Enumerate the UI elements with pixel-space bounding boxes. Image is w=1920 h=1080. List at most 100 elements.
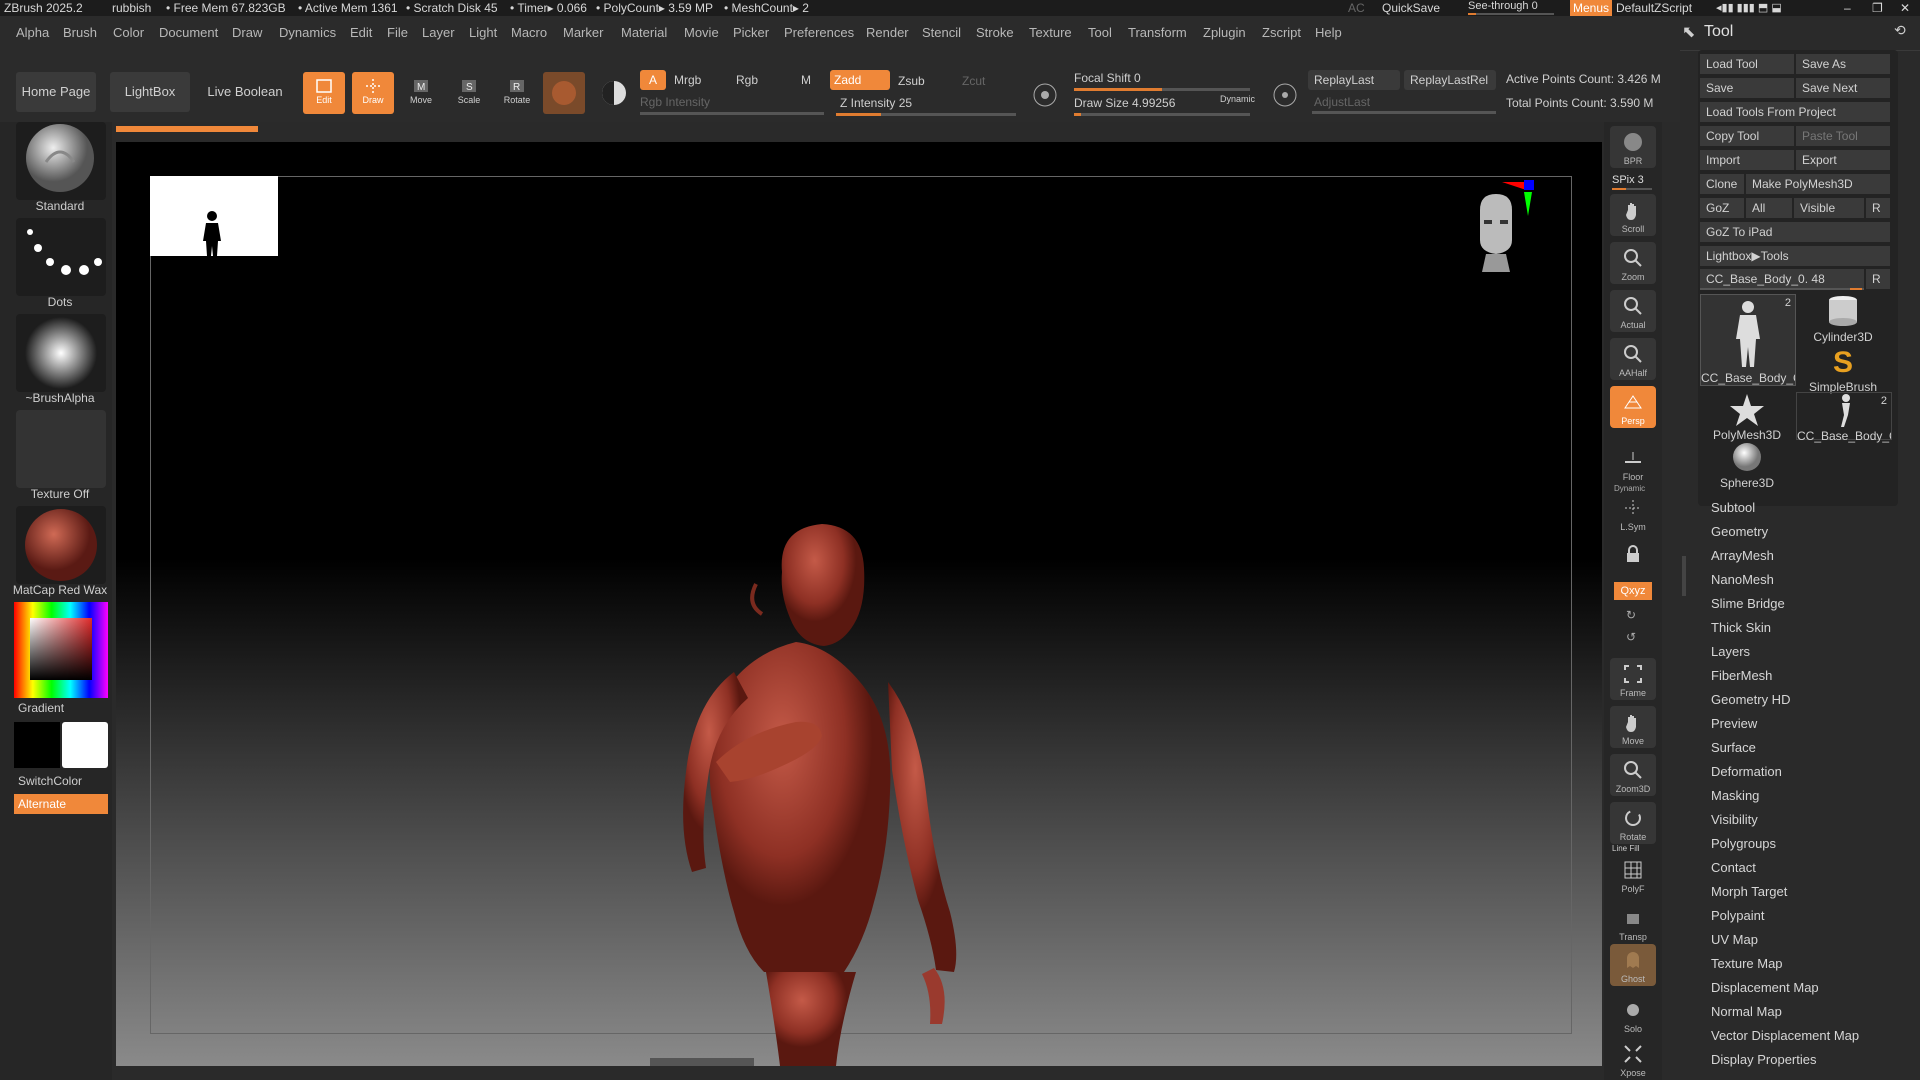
menu-transform[interactable]: Transform (1128, 25, 1187, 40)
secondary-color-swatch[interactable] (14, 722, 60, 768)
menu-layer[interactable]: Layer (422, 25, 455, 40)
subpalette-visibility[interactable]: Visibility (1711, 812, 1758, 827)
subpalette-contact[interactable]: Contact (1711, 860, 1756, 875)
ac-label[interactable]: AC (1348, 1, 1365, 15)
edit-mode-button[interactable]: Edit (303, 72, 345, 114)
subpalette-polypaint[interactable]: Polypaint (1711, 908, 1764, 923)
subpalette-slime-bridge[interactable]: Slime Bridge (1711, 596, 1785, 611)
subpalette-displacement-map[interactable]: Displacement Map (1711, 980, 1819, 995)
zadd-toggle[interactable]: Zadd (830, 70, 890, 90)
load-tool-button[interactable]: Load Tool (1700, 54, 1794, 74)
menu-draw[interactable]: Draw (232, 25, 262, 40)
menu-dynamics[interactable]: Dynamics (279, 25, 336, 40)
import-button[interactable]: Import (1700, 150, 1794, 170)
tool-tile-cylinder3d[interactable]: Cylinder3D (1796, 294, 1890, 344)
subpalette-morph-target[interactable]: Morph Target (1711, 884, 1787, 899)
see-through-slider[interactable]: See-through 0 (1468, 0, 1538, 12)
save-as-button[interactable]: Save As (1796, 54, 1890, 74)
tool-tile-polymesh3d[interactable]: PolyMesh3D (1700, 392, 1794, 442)
texture-thumb[interactable] (16, 410, 106, 488)
quicksave-button[interactable]: QuickSave (1382, 1, 1440, 15)
live-boolean-button[interactable]: Live Boolean (204, 72, 286, 112)
frame-button[interactable]: Frame (1610, 658, 1656, 700)
subpalette-geometry[interactable]: Geometry (1711, 524, 1768, 539)
save-button[interactable]: Save (1700, 78, 1794, 98)
replay-last-rel-button[interactable]: ReplayLastRel (1404, 70, 1496, 90)
color-sphere-button[interactable] (593, 72, 635, 114)
home-page-button[interactable]: Home Page (16, 72, 96, 112)
rgb-intensity-slider[interactable]: Rgb Intensity (640, 95, 710, 109)
scroll-button[interactable]: Scroll (1610, 194, 1656, 236)
menu-stencil[interactable]: Stencil (922, 25, 961, 40)
menu-zplugin[interactable]: Zplugin (1203, 25, 1246, 40)
script-name[interactable]: DefaultZScript (1616, 1, 1692, 15)
spix-slider[interactable]: SPix 3 (1612, 174, 1644, 186)
menu-macro[interactable]: Macro (511, 25, 547, 40)
menus-toggle[interactable]: Menus (1570, 0, 1613, 16)
subpalette-vector-displacement-map[interactable]: Vector Displacement Map (1711, 1028, 1859, 1043)
material-swatch-button[interactable] (543, 72, 585, 114)
tool-tile-cc-base-body-1[interactable]: 2 CC_Base_Body_C (1700, 294, 1796, 386)
menu-light[interactable]: Light (469, 25, 497, 40)
menu-edit[interactable]: Edit (350, 25, 372, 40)
alpha-thumb[interactable] (16, 314, 106, 392)
bpr-button[interactable]: BPR (1610, 126, 1656, 168)
persp-button[interactable]: Persp (1610, 386, 1656, 428)
menu-help[interactable]: Help (1315, 25, 1342, 40)
tool-tile-simplebrush[interactable]: S SimpleBrush (1796, 344, 1890, 394)
menu-document[interactable]: Document (159, 25, 218, 40)
minimize-icon[interactable]: – (1844, 1, 1851, 15)
export-button[interactable]: Export (1796, 150, 1890, 170)
scale-mode-button[interactable]: S Scale (448, 72, 490, 114)
menu-picker[interactable]: Picker (733, 25, 769, 40)
goz-ipad-button[interactable]: GoZ To iPad (1700, 222, 1890, 242)
spix-track[interactable] (1612, 188, 1652, 190)
lightbox-button[interactable]: LightBox (110, 72, 190, 112)
a-toggle[interactable]: A (640, 70, 666, 90)
zcut-toggle[interactable]: Zcut (962, 74, 985, 88)
menu-zscript[interactable]: Zscript (1262, 25, 1301, 40)
menu-file[interactable]: File (387, 25, 408, 40)
ghost-button[interactable]: Ghost (1610, 944, 1656, 986)
clone-button[interactable]: Clone (1700, 174, 1744, 194)
menu-texture[interactable]: Texture (1029, 25, 1072, 40)
brush-thumb[interactable] (16, 122, 106, 200)
lock-button[interactable] (1610, 538, 1656, 580)
paste-tool-button[interactable]: Paste Tool (1796, 126, 1890, 146)
solo-button[interactable]: Solo (1610, 994, 1656, 1036)
menu-render[interactable]: Render (866, 25, 909, 40)
xpose-button[interactable]: Xpose (1610, 1038, 1656, 1080)
load-from-project-button[interactable]: Load Tools From Project (1700, 102, 1890, 122)
z-intensity-track[interactable] (836, 113, 1016, 116)
draw-mode-button[interactable]: Draw (352, 72, 394, 114)
menu-stroke[interactable]: Stroke (976, 25, 1014, 40)
menu-color[interactable]: Color (113, 25, 144, 40)
subpalette-arraymesh[interactable]: ArrayMesh (1711, 548, 1774, 563)
stroke-thumb[interactable] (16, 218, 106, 296)
menu-movie[interactable]: Movie (684, 25, 719, 40)
tool-tile-cc-base-body-2[interactable]: 2 CC_Base_Body_C (1796, 392, 1892, 443)
subpalette-layers[interactable]: Layers (1711, 644, 1750, 659)
subpalette-deformation[interactable]: Deformation (1711, 764, 1782, 779)
palette-scrollbar[interactable] (1682, 556, 1686, 596)
subpalette-geometry-hd[interactable]: Geometry HD (1711, 692, 1790, 707)
aahalf-button[interactable]: AAHalf (1610, 338, 1656, 380)
menu-material[interactable]: Material (621, 25, 667, 40)
mrgb-toggle[interactable]: Mrgb (674, 73, 701, 87)
zoom3d-button[interactable]: Zoom3D (1610, 754, 1656, 796)
subpalette-fibermesh[interactable]: FiberMesh (1711, 668, 1772, 683)
rotate-z-icon[interactable]: ↺ (1626, 630, 1636, 644)
goz-visible-button[interactable]: Visible (1794, 198, 1864, 218)
rotate-y-icon[interactable]: ↻ (1626, 608, 1636, 622)
draw-size-track[interactable] (1074, 113, 1250, 116)
transp-button[interactable]: Transp (1610, 902, 1656, 944)
subpalette-normal-map[interactable]: Normal Map (1711, 1004, 1782, 1019)
adjust-last-slider[interactable]: AdjustLast (1314, 95, 1370, 109)
subpalette-texture-map[interactable]: Texture Map (1711, 956, 1783, 971)
replay-icon[interactable] (1270, 80, 1300, 115)
goz-r-button[interactable]: R (1866, 198, 1890, 218)
focal-shift-slider[interactable]: Focal Shift 0 (1074, 71, 1141, 85)
subpalette-polygroups[interactable]: Polygroups (1711, 836, 1776, 851)
restore-icon[interactable]: ❐ (1872, 1, 1883, 15)
goz-button[interactable]: GoZ (1700, 198, 1744, 218)
